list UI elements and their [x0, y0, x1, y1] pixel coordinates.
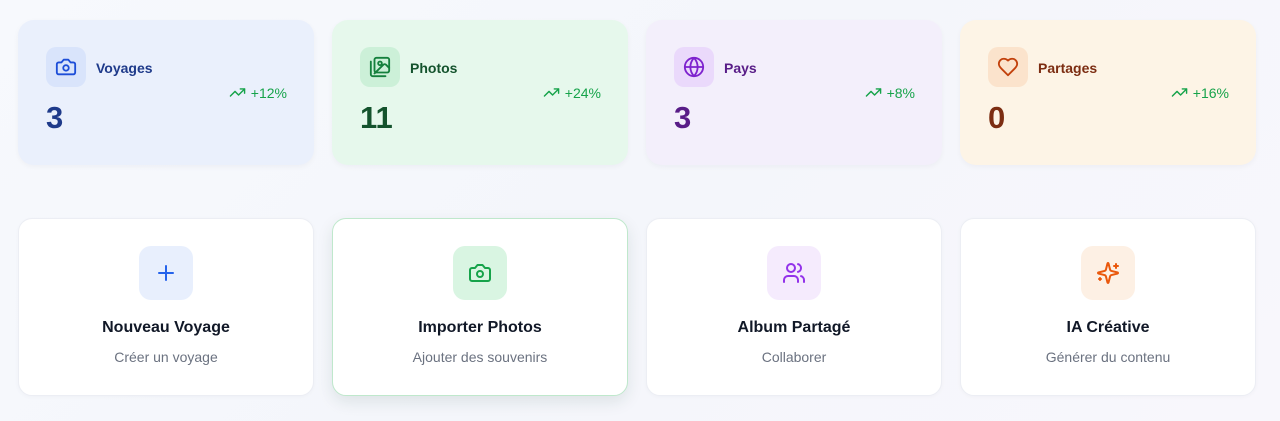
action-subtitle: Générer du contenu: [1045, 349, 1171, 365]
stat-trend: +8%: [865, 84, 915, 101]
action-title: Album Partagé: [737, 319, 851, 336]
users-icon: [782, 261, 806, 285]
action-icon-box: [139, 246, 193, 300]
ai-creative-button[interactable]: IA Créative Générer du contenu: [960, 218, 1256, 396]
stat-card-voyages: Voyages 3 +12%: [18, 20, 314, 165]
stat-card-pays: Pays 3 +8%: [646, 20, 942, 165]
action-subtitle: Créer un voyage: [114, 349, 218, 365]
stat-trend: +24%: [543, 84, 601, 101]
stat-value: 11: [360, 100, 393, 135]
action-subtitle: Ajouter des souvenirs: [412, 349, 548, 365]
action-subtitle: Collaborer: [761, 349, 827, 365]
stat-trend-value: +16%: [1192, 84, 1229, 101]
heart-icon: [997, 56, 1019, 78]
plus-icon: [154, 261, 178, 285]
stat-icon-box: [46, 47, 86, 87]
stat-value: 3: [46, 100, 64, 135]
shared-album-button[interactable]: Album Partagé Collaborer: [646, 218, 942, 396]
action-title: Nouveau Voyage: [102, 319, 230, 336]
stat-trend: +16%: [1171, 84, 1229, 101]
stat-label: Voyages: [96, 60, 153, 76]
action-title: IA Créative: [1066, 319, 1150, 336]
stat-label: Partages: [1038, 60, 1098, 76]
quick-actions-row: Nouveau Voyage Créer un voyage Importer …: [18, 218, 1256, 396]
sparkles-icon: [1096, 261, 1120, 285]
camera-icon: [55, 56, 77, 78]
trending-up-icon: [1171, 84, 1188, 101]
stat-label: Photos: [410, 60, 458, 76]
stat-icon-box: [674, 47, 714, 87]
stat-icon-box: [360, 47, 400, 87]
action-icon-box: [767, 246, 821, 300]
stat-card-partages: Partages 0 +16%: [960, 20, 1256, 165]
action-title: Importer Photos: [418, 319, 542, 336]
stat-trend-value: +8%: [886, 84, 915, 101]
trending-up-icon: [229, 84, 246, 101]
stat-value: 3: [674, 100, 692, 135]
action-icon-box: [453, 246, 507, 300]
stat-trend-value: +24%: [564, 84, 601, 101]
trending-up-icon: [543, 84, 560, 101]
camera-icon: [468, 261, 492, 285]
image-gallery-icon: [369, 56, 391, 78]
action-icon-box: [1081, 246, 1135, 300]
trending-up-icon: [865, 84, 882, 101]
stat-card-photos: Photos 11 +24%: [332, 20, 628, 165]
stats-row: Voyages 3 +12% Photos 11 +24% Pays 3 +8%…: [18, 20, 1256, 165]
stat-label: Pays: [724, 60, 757, 76]
stat-icon-box: [988, 47, 1028, 87]
stat-trend-value: +12%: [250, 84, 287, 101]
globe-icon: [683, 56, 705, 78]
new-trip-button[interactable]: Nouveau Voyage Créer un voyage: [18, 218, 314, 396]
stat-value: 0: [988, 100, 1006, 135]
stat-trend: +12%: [229, 84, 287, 101]
import-photos-button[interactable]: Importer Photos Ajouter des souvenirs: [332, 218, 628, 396]
